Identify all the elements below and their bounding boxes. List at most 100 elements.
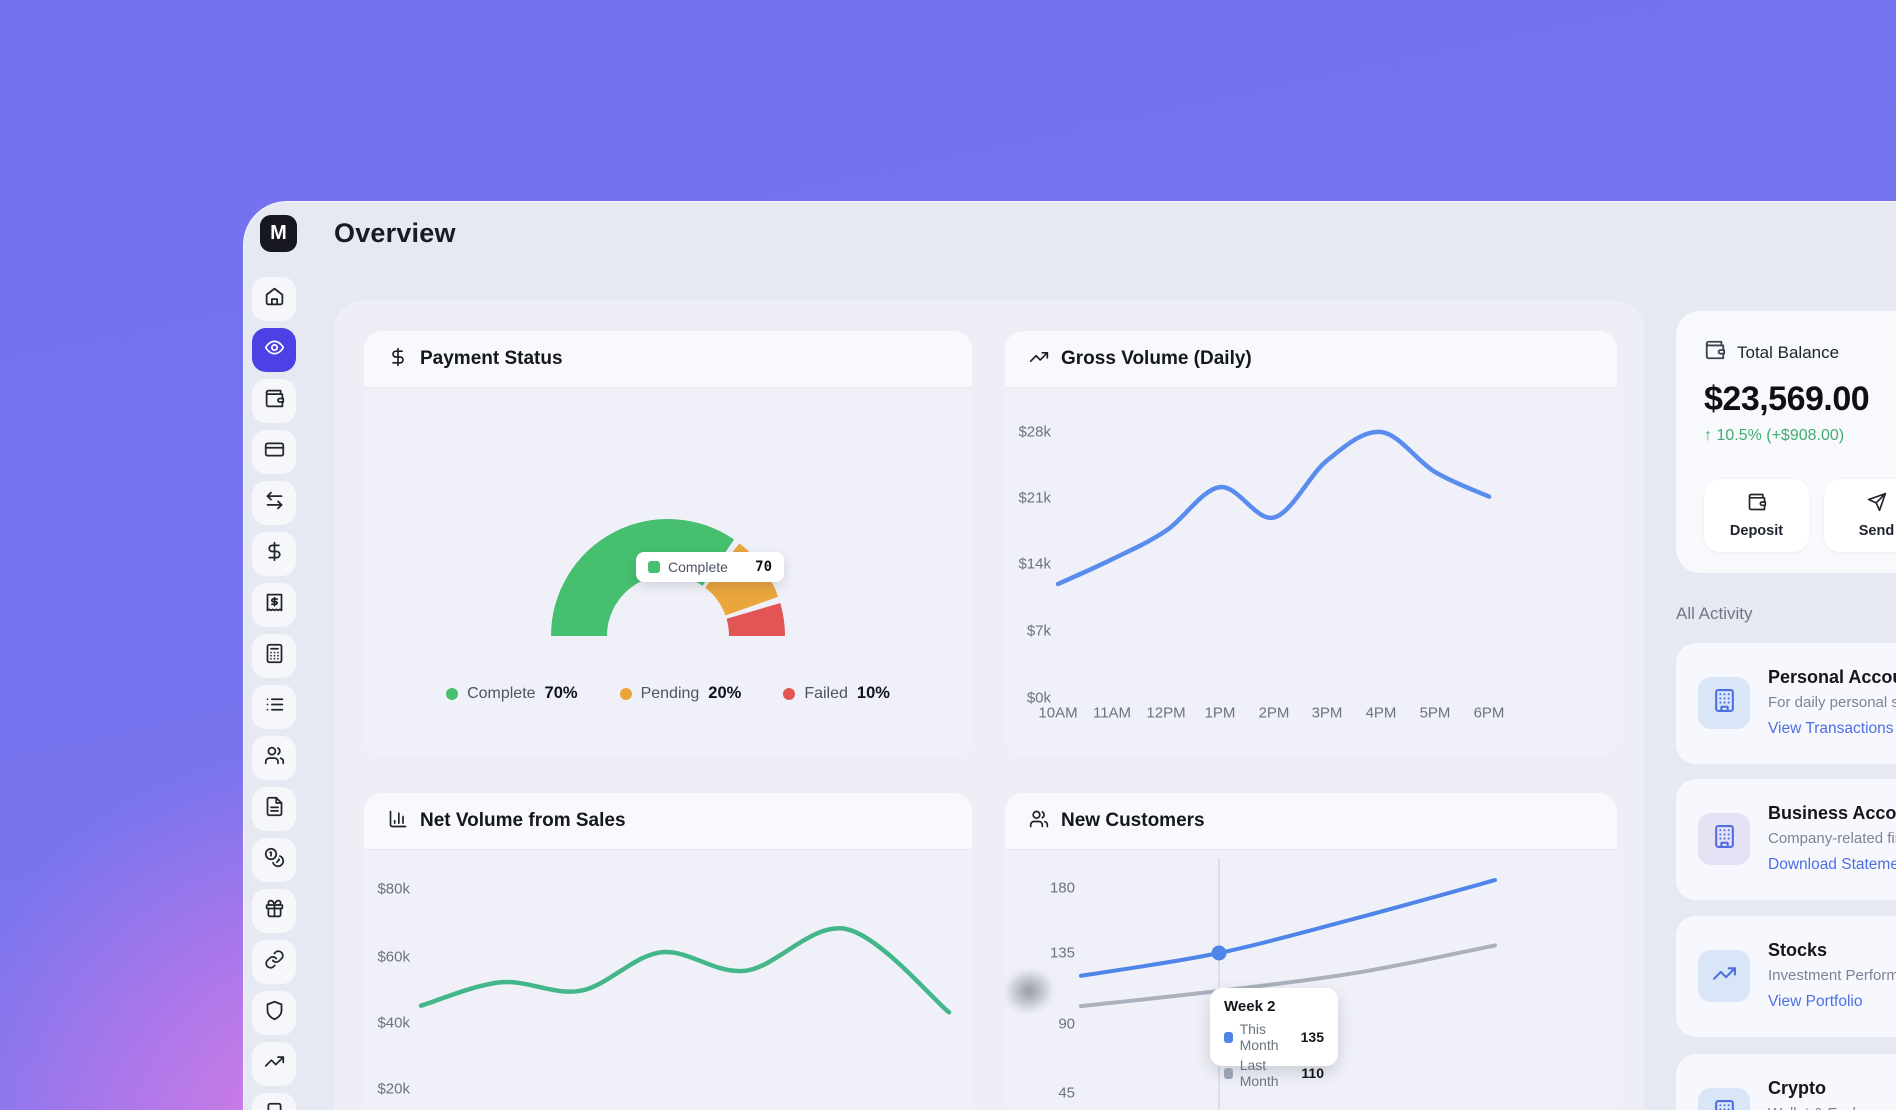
activity-title: Business Account	[1768, 803, 1896, 824]
deposit-button[interactable]: Deposit	[1704, 479, 1809, 552]
transfers-icon	[264, 490, 285, 516]
x-axis-tick: 1PM	[1205, 705, 1236, 722]
wallet-icon	[1747, 492, 1767, 516]
y-axis-tick: $60k	[364, 949, 410, 966]
card-header: Net Volume from Sales	[364, 793, 972, 850]
card-header: Payment Status	[364, 331, 972, 388]
coins-icon	[264, 847, 285, 873]
customers-tooltip: Week 2 This Month 135 Last Month 110	[1210, 988, 1338, 1066]
sidebar-item-eye[interactable]	[252, 328, 296, 372]
sidebar-item-home[interactable]	[252, 277, 296, 321]
complete-swatch	[648, 561, 660, 573]
send-button[interactable]: Send	[1824, 479, 1896, 552]
tooltip-title: Week 2	[1224, 998, 1324, 1015]
activity-icon-tile	[1698, 677, 1750, 729]
sidebar-item-list[interactable]	[252, 685, 296, 729]
net-volume-card: Net Volume from Sales $80k$60k$40k$20k	[364, 793, 972, 1110]
tooltip-row-label: This Month	[1240, 1021, 1294, 1053]
sidebar-item-document[interactable]	[252, 787, 296, 831]
dollar-icon	[388, 347, 408, 372]
legend-item-pending: Pending20%	[620, 684, 742, 703]
activity-icon-tile	[1698, 1088, 1750, 1110]
x-axis-tick: 10AM	[1038, 705, 1077, 722]
x-axis-tick: 3PM	[1312, 705, 1343, 722]
deposit-label: Deposit	[1730, 523, 1783, 539]
gauge-tooltip: Complete 70	[636, 552, 784, 582]
charts-grid: Payment Status Complete 70 Complete70%Pe…	[334, 301, 1644, 1110]
sidebar-item-transfers[interactable]	[252, 481, 296, 525]
sidebar-item-trending-up[interactable]	[252, 1042, 296, 1086]
tooltip-label: Complete	[668, 559, 747, 575]
dollar-icon	[264, 541, 285, 567]
gauge-legend: Complete70%Pending20%Failed10%	[364, 684, 972, 703]
activity-link[interactable]: View Portfolio	[1768, 993, 1862, 1011]
x-axis-tick: 12PM	[1146, 705, 1185, 722]
app-logo: M	[260, 215, 297, 252]
card-title: Net Volume from Sales	[420, 810, 626, 832]
activity-link[interactable]: View Transactions	[1768, 720, 1894, 738]
activity-card-personal-account[interactable]: Personal Account For daily personal spen…	[1676, 643, 1896, 764]
trending-up-icon	[264, 1051, 285, 1077]
sidebar-item-credit-card[interactable]	[252, 430, 296, 474]
y-axis-tick: $20k	[364, 1081, 410, 1098]
net-volume-chart: $80k$60k$40k$20k	[364, 850, 972, 1110]
activity-card-crypto[interactable]: Crypto Wallet & Exchange View Wallet	[1676, 1054, 1896, 1110]
y-axis-tick: $40k	[364, 1015, 410, 1032]
sidebar-item-receipt[interactable]	[252, 583, 296, 627]
send-icon	[1867, 492, 1887, 516]
activity-subtitle: Investment Performance	[1768, 967, 1896, 984]
sidebar-item-device[interactable]	[252, 1093, 296, 1110]
activity-icon-tile	[1698, 813, 1750, 865]
balance-label: Total Balance	[1737, 343, 1839, 363]
document-icon	[264, 796, 285, 822]
bar-chart-icon	[388, 809, 408, 834]
x-axis-tick: 11AM	[1093, 705, 1131, 722]
activity-card-stocks[interactable]: Stocks Investment Performance View Portf…	[1676, 916, 1896, 1037]
activity-title: Stocks	[1768, 940, 1827, 961]
x-axis-tick: 5PM	[1420, 705, 1451, 722]
all-activity-heading: All Activity	[1676, 604, 1753, 624]
home-icon	[264, 286, 285, 312]
activity-title: Personal Account	[1768, 667, 1896, 688]
tooltip-row-value: 135	[1301, 1029, 1324, 1045]
tooltip-row: This Month 135	[1224, 1021, 1324, 1053]
activity-subtitle: For daily personal spending	[1768, 694, 1896, 711]
trending-up-icon	[1712, 961, 1737, 991]
wallet-icon	[264, 388, 285, 414]
gross_volume-plot-svg	[1005, 388, 1617, 756]
link-icon	[264, 949, 285, 975]
y-axis-tick: $21k	[1005, 490, 1051, 507]
sidebar-item-link[interactable]	[252, 940, 296, 984]
activity-card-business-account[interactable]: Business Account Company-related finance…	[1676, 779, 1896, 900]
receipt-icon	[264, 592, 285, 618]
card-header: Gross Volume (Daily)	[1005, 331, 1617, 388]
building-icon	[1712, 824, 1737, 854]
list-icon	[264, 694, 285, 720]
calculator-icon	[264, 643, 285, 669]
building-icon	[1712, 688, 1737, 718]
activity-title: Crypto	[1768, 1078, 1826, 1099]
sidebar-nav	[252, 277, 296, 1110]
sidebar-item-dollar[interactable]	[252, 532, 296, 576]
sidebar-item-shield[interactable]	[252, 991, 296, 1035]
legend-item-failed: Failed10%	[783, 684, 890, 703]
credit-card-icon	[264, 439, 285, 465]
sidebar-item-coins[interactable]	[252, 838, 296, 882]
eye-icon	[264, 337, 285, 363]
users-icon	[264, 745, 285, 771]
balance-amount: $23,569.00	[1704, 380, 1896, 419]
sidebar-item-calculator[interactable]	[252, 634, 296, 678]
this-month-swatch	[1224, 1032, 1233, 1043]
activity-subtitle: Company-related finances	[1768, 830, 1896, 847]
wallet-icon	[1704, 339, 1726, 366]
shield-icon	[264, 1000, 285, 1026]
sidebar-item-gift[interactable]	[252, 889, 296, 933]
y-axis-tick: 90	[1015, 1016, 1075, 1033]
gift-icon	[264, 898, 285, 924]
y-axis-tick: $14k	[1005, 556, 1051, 573]
activity-link[interactable]: Download Statement	[1768, 856, 1896, 874]
total-balance-card: Total Balance $23,569.00 ↑ 10.5% (+$908.…	[1676, 311, 1896, 573]
card-title: Payment Status	[420, 348, 563, 370]
sidebar-item-wallet[interactable]	[252, 379, 296, 423]
sidebar-item-users[interactable]	[252, 736, 296, 780]
